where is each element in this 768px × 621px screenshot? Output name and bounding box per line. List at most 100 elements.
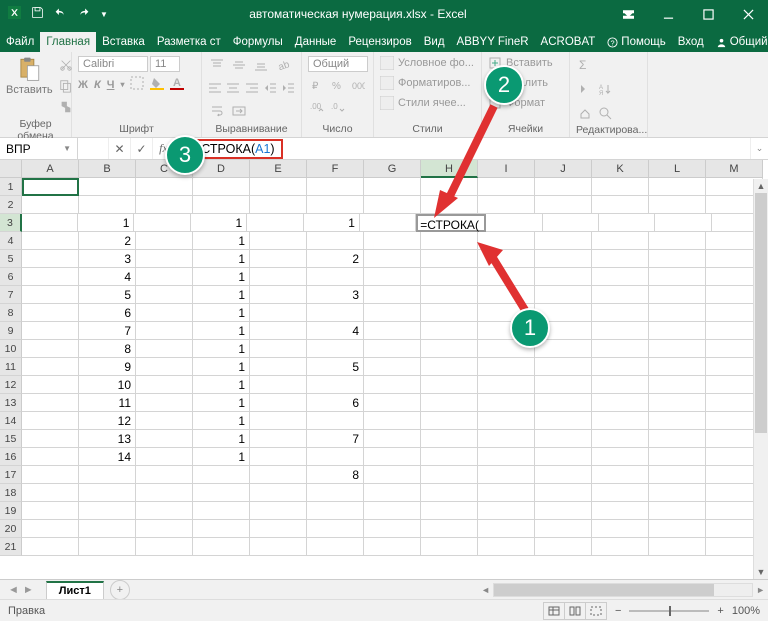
cell[interactable]: 1	[193, 286, 250, 304]
cell[interactable]: 1	[193, 322, 250, 340]
cell[interactable]	[22, 430, 79, 448]
cell[interactable]	[535, 502, 592, 520]
cell[interactable]	[360, 214, 416, 232]
cell[interactable]	[307, 538, 364, 556]
indent-dec-icon[interactable]	[263, 79, 277, 97]
cell[interactable]	[478, 448, 535, 466]
cell[interactable]	[478, 484, 535, 502]
cell[interactable]	[250, 376, 307, 394]
row-header[interactable]: 4	[0, 232, 22, 250]
cell[interactable]	[307, 412, 364, 430]
cell[interactable]	[307, 376, 364, 394]
cell[interactable]	[364, 430, 421, 448]
cell[interactable]: 1	[193, 412, 250, 430]
cell[interactable]	[307, 484, 364, 502]
cell[interactable]	[649, 538, 706, 556]
horizontal-scrollbar[interactable]: ◄►	[478, 583, 768, 597]
cell[interactable]	[592, 196, 649, 214]
row-header[interactable]: 14	[0, 412, 22, 430]
save-icon[interactable]	[31, 6, 44, 22]
cell[interactable]	[535, 484, 592, 502]
cell[interactable]	[22, 358, 79, 376]
cell[interactable]: 1	[193, 268, 250, 286]
undo-icon[interactable]	[54, 6, 67, 22]
cell[interactable]	[478, 538, 535, 556]
cell[interactable]	[649, 268, 706, 286]
cell[interactable]: 2	[307, 250, 364, 268]
cell[interactable]	[592, 304, 649, 322]
cell[interactable]	[136, 196, 193, 214]
cell[interactable]	[364, 502, 421, 520]
tab-layout[interactable]: Разметка ст	[151, 32, 227, 52]
cell[interactable]	[79, 484, 136, 502]
cell[interactable]	[421, 538, 478, 556]
cell[interactable]	[592, 358, 649, 376]
sheet-tab-1[interactable]: Лист1	[46, 581, 104, 599]
inc-decimal-icon[interactable]: .00	[308, 98, 326, 116]
cell[interactable]	[421, 322, 478, 340]
tab-nav-prev[interactable]: ◄	[8, 584, 19, 596]
cell[interactable]	[193, 502, 250, 520]
cell[interactable]	[592, 340, 649, 358]
row-header[interactable]: 6	[0, 268, 22, 286]
cell[interactable]	[250, 250, 307, 268]
cell[interactable]	[421, 430, 478, 448]
tab-review[interactable]: Рецензиров	[342, 32, 417, 52]
cell[interactable]	[136, 304, 193, 322]
cell[interactable]	[649, 196, 706, 214]
cell[interactable]	[421, 412, 478, 430]
cell[interactable]	[592, 286, 649, 304]
tab-share[interactable]: Общий доступ	[710, 32, 768, 52]
cell[interactable]	[592, 250, 649, 268]
cell[interactable]	[592, 466, 649, 484]
cell[interactable]: 1	[304, 214, 360, 232]
cell[interactable]	[193, 466, 250, 484]
row-header[interactable]: 10	[0, 340, 22, 358]
cell[interactable]	[364, 250, 421, 268]
cell[interactable]: 5	[79, 286, 136, 304]
cell[interactable]	[421, 340, 478, 358]
cell[interactable]	[421, 376, 478, 394]
cell[interactable]	[592, 430, 649, 448]
cell[interactable]	[592, 322, 649, 340]
cell[interactable]	[535, 520, 592, 538]
row-header[interactable]: 15	[0, 430, 22, 448]
cell[interactable]	[307, 520, 364, 538]
font-size[interactable]: 11	[150, 56, 180, 72]
tab-data[interactable]: Данные	[289, 32, 343, 52]
cell[interactable]	[22, 520, 79, 538]
close-icon[interactable]	[728, 0, 768, 28]
tab-login[interactable]: Вход	[672, 32, 710, 52]
cell[interactable]	[79, 466, 136, 484]
cell[interactable]	[535, 178, 592, 196]
cell[interactable]	[250, 430, 307, 448]
zoom-slider[interactable]	[629, 610, 709, 612]
cell[interactable]	[478, 502, 535, 520]
cell[interactable]	[250, 232, 307, 250]
cell[interactable]	[364, 538, 421, 556]
cell[interactable]	[22, 214, 78, 232]
align-right-icon[interactable]	[244, 79, 258, 97]
cell[interactable]	[478, 430, 535, 448]
cell[interactable]	[22, 466, 79, 484]
orientation-icon[interactable]: ab	[274, 56, 292, 74]
minimize-icon[interactable]	[648, 0, 688, 28]
cell[interactable]	[22, 178, 79, 196]
zoom-out[interactable]: −	[615, 605, 621, 617]
cell[interactable]	[136, 448, 193, 466]
cell[interactable]: 1	[193, 232, 250, 250]
accept-icon[interactable]: ✓	[130, 138, 152, 159]
tab-formulas[interactable]: Формулы	[227, 32, 289, 52]
cell[interactable]	[22, 250, 79, 268]
row-header[interactable]: 8	[0, 304, 22, 322]
vertical-scrollbar[interactable]: ▲▼	[753, 179, 768, 579]
cell[interactable]	[535, 268, 592, 286]
row-header[interactable]: 17	[0, 466, 22, 484]
wrap-text-icon[interactable]	[208, 102, 226, 120]
cell[interactable]	[592, 502, 649, 520]
cell[interactable]	[307, 178, 364, 196]
cell[interactable]	[136, 394, 193, 412]
cell[interactable]: 6	[307, 394, 364, 412]
tab-abbyy[interactable]: ABBYY FineR	[451, 32, 535, 52]
cell[interactable]: 14	[79, 448, 136, 466]
